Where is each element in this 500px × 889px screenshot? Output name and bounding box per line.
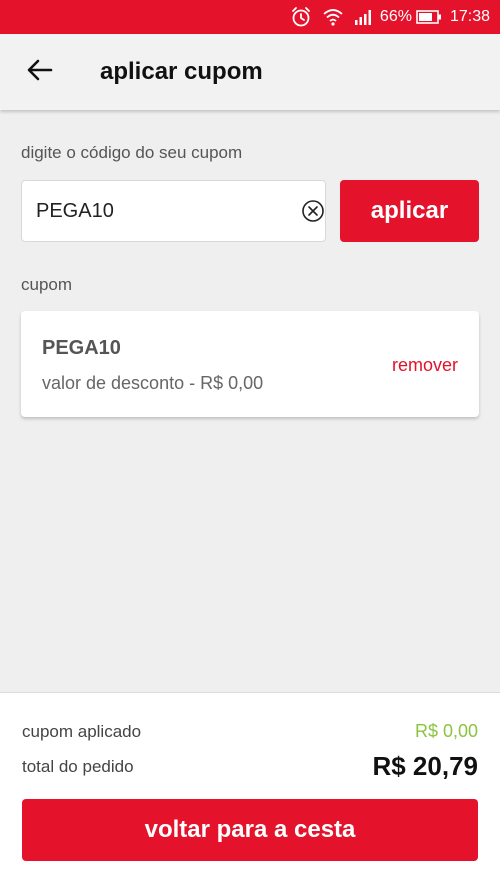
page-title: aplicar cupom: [100, 58, 263, 85]
battery-percent: 66%: [379, 8, 412, 25]
back-to-cart-button[interactable]: voltar para a cesta: [22, 799, 478, 861]
coupon-card: PEGA10 valor de desconto - R$ 0,00 remov…: [21, 311, 479, 417]
coupon-prompt-label: digite o código do seu cupom: [21, 143, 243, 162]
coupon-applied-row: cupom aplicado R$ 0,00: [22, 721, 478, 742]
signal-icon: [354, 9, 374, 25]
app-bar: aplicar cupom: [0, 34, 500, 110]
battery-icon: [416, 9, 442, 25]
order-total-label: total do pedido: [22, 756, 134, 776]
clear-input-icon[interactable]: [301, 199, 325, 223]
remove-coupon-link[interactable]: remover: [392, 355, 458, 376]
coupon-section-label: cupom: [21, 275, 73, 294]
coupon-discount-text: valor de desconto - R$ 0,00: [42, 373, 264, 393]
coupon-applied-label: cupom aplicado: [22, 721, 142, 741]
order-total-row: total do pedido R$ 20,79: [22, 751, 478, 782]
arrow-left-icon: [27, 59, 53, 86]
apply-coupon-button[interactable]: aplicar: [340, 180, 479, 242]
order-summary-footer: cupom aplicado R$ 0,00 total do pedido R…: [0, 692, 500, 889]
coupon-applied-value: R$ 0,00: [414, 721, 478, 741]
alarm-icon: [290, 6, 312, 28]
coupon-input-field: [21, 180, 326, 242]
clock: 17:38: [449, 8, 490, 25]
status-bar: 66% 17:38: [0, 0, 500, 34]
wifi-icon: [322, 7, 344, 27]
back-button[interactable]: [10, 42, 70, 102]
coupon-code-input[interactable]: [36, 199, 301, 223]
order-total-value: R$ 20,79: [372, 751, 478, 781]
coupon-code: PEGA10: [42, 337, 121, 359]
